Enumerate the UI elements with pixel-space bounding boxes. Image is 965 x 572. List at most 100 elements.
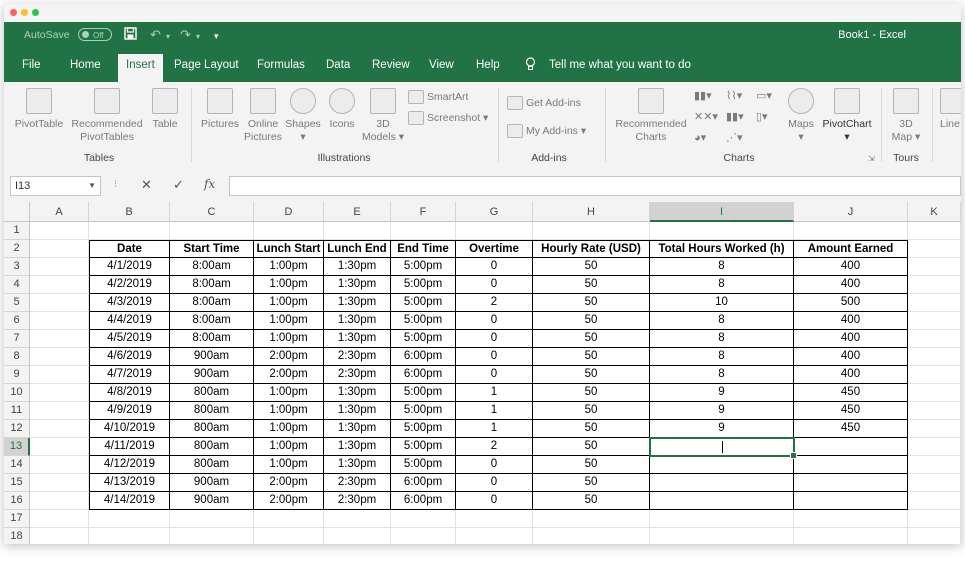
table-cell[interactable]: 5:00pm [391, 456, 456, 474]
cancel-icon[interactable]: ✕ [141, 177, 152, 193]
table-cell[interactable]: 4/13/2019 [89, 474, 170, 492]
table-cell[interactable]: 0 [456, 312, 533, 330]
empty-cell[interactable] [324, 510, 391, 528]
column-header-e[interactable]: E [324, 202, 391, 222]
empty-cell[interactable] [89, 222, 170, 240]
empty-cell[interactable] [908, 384, 961, 402]
empty-cell[interactable] [170, 510, 254, 528]
table-cell[interactable]: 800am [170, 402, 254, 420]
table-cell[interactable]: 1:30pm [324, 420, 391, 438]
empty-cell[interactable] [650, 510, 794, 528]
empty-cell[interactable] [30, 240, 89, 258]
line-sparkline-button[interactable]: Line [940, 88, 961, 131]
table-cell[interactable]: 50 [533, 258, 650, 276]
worksheet-grid[interactable]: A B C D E F G H I J K 1 2 3 4 5 6 7 8 9 10 11 12 13 14 15 16 17 18 Da… [4, 202, 961, 544]
table-cell[interactable]: 5:00pm [391, 258, 456, 276]
table-cell[interactable]: 800am [170, 438, 254, 456]
table-cell[interactable]: 400 [794, 312, 908, 330]
table-cell[interactable]: 5:00pm [391, 402, 456, 420]
table-cell[interactable]: 6:00pm [391, 492, 456, 510]
table-cell[interactable]: 6:00pm [391, 366, 456, 384]
table-cell[interactable]: 1:30pm [324, 294, 391, 312]
empty-cell[interactable] [908, 510, 961, 528]
screenshot-button[interactable]: Screenshot ▾ [408, 111, 488, 125]
insert-function-icon[interactable]: fx [204, 177, 215, 191]
table-cell[interactable]: 1:30pm [324, 312, 391, 330]
table-cell[interactable]: 0 [456, 474, 533, 492]
empty-cell[interactable] [650, 222, 794, 240]
tab-home[interactable]: Home [70, 59, 101, 71]
table-cell[interactable]: 400 [794, 366, 908, 384]
tab-formulas[interactable]: Formulas [257, 59, 305, 71]
table-cell[interactable]: 4/10/2019 [89, 420, 170, 438]
row-header-16[interactable]: 16 [4, 492, 30, 510]
table-cell[interactable]: 50 [533, 294, 650, 312]
table-cell[interactable]: 2:30pm [324, 348, 391, 366]
table-cell[interactable] [794, 456, 908, 474]
table-cell[interactable]: 5:00pm [391, 330, 456, 348]
table-cell[interactable]: 8 [650, 312, 794, 330]
table-cell[interactable]: 50 [533, 492, 650, 510]
empty-cell[interactable] [908, 438, 961, 456]
table-cell[interactable]: 1:00pm [254, 438, 324, 456]
table-cell[interactable]: 1:00pm [254, 258, 324, 276]
table-cell[interactable]: 450 [794, 384, 908, 402]
table-cell[interactable]: 900am [170, 492, 254, 510]
row-header-5[interactable]: 5 [4, 294, 30, 312]
table-cell[interactable]: 900am [170, 474, 254, 492]
row-header-15[interactable]: 15 [4, 474, 30, 492]
table-cell[interactable]: 400 [794, 258, 908, 276]
empty-cell[interactable] [30, 474, 89, 492]
empty-cell[interactable] [908, 456, 961, 474]
table-cell[interactable]: 2:00pm [254, 348, 324, 366]
table-cell[interactable]: 1:30pm [324, 456, 391, 474]
empty-cell[interactable] [30, 528, 89, 544]
table-cell[interactable]: 8 [650, 366, 794, 384]
table-header-cell[interactable]: Date [89, 240, 170, 258]
column-header-a[interactable]: A [30, 202, 89, 222]
table-cell[interactable]: 50 [533, 438, 650, 456]
online-pictures-button[interactable]: Online Pictures [242, 88, 284, 144]
empty-cell[interactable] [30, 420, 89, 438]
empty-cell[interactable] [908, 492, 961, 510]
table-cell[interactable]: 50 [533, 312, 650, 330]
empty-cell[interactable] [908, 420, 961, 438]
row-header-13[interactable]: 13 [4, 438, 30, 456]
shapes-button[interactable]: Shapes ▾ [283, 88, 323, 144]
table-cell[interactable] [650, 474, 794, 492]
enter-icon[interactable]: ✓ [173, 177, 184, 193]
row-header-3[interactable]: 3 [4, 258, 30, 276]
empty-cell[interactable] [908, 348, 961, 366]
table-cell[interactable]: 4/4/2019 [89, 312, 170, 330]
table-cell[interactable]: 5:00pm [391, 312, 456, 330]
column-header-c[interactable]: C [170, 202, 254, 222]
table-cell[interactable]: 2:30pm [324, 366, 391, 384]
table-cell[interactable]: 0 [456, 330, 533, 348]
empty-cell[interactable] [170, 222, 254, 240]
table-cell[interactable]: 0 [456, 258, 533, 276]
tab-page-layout[interactable]: Page Layout [174, 59, 239, 71]
row-header-17[interactable]: 17 [4, 510, 30, 528]
empty-cell[interactable] [456, 528, 533, 544]
column-header-h[interactable]: H [533, 202, 650, 222]
empty-cell[interactable] [908, 276, 961, 294]
table-cell[interactable]: 2:00pm [254, 366, 324, 384]
table-cell[interactable]: 1 [456, 420, 533, 438]
row-header-9[interactable]: 9 [4, 366, 30, 384]
table-cell[interactable]: 50 [533, 348, 650, 366]
my-addins-button[interactable]: My Add-ins ▾ [507, 124, 586, 138]
waterfall-chart-icon[interactable]: ▯▾ [756, 111, 768, 124]
recommended-charts-button[interactable]: Recommended Charts [612, 88, 690, 144]
row-header-11[interactable]: 11 [4, 402, 30, 420]
table-button[interactable]: Table [147, 88, 183, 131]
empty-cell[interactable] [908, 312, 961, 330]
table-cell[interactable] [794, 492, 908, 510]
empty-cell[interactable] [908, 402, 961, 420]
tab-insert[interactable]: Insert [118, 54, 163, 82]
table-cell[interactable]: 4/11/2019 [89, 438, 170, 456]
table-cell[interactable]: 1:30pm [324, 276, 391, 294]
empty-cell[interactable] [170, 528, 254, 544]
column-header-k[interactable]: K [908, 202, 961, 222]
table-cell[interactable]: 1:00pm [254, 312, 324, 330]
empty-cell[interactable] [908, 240, 961, 258]
